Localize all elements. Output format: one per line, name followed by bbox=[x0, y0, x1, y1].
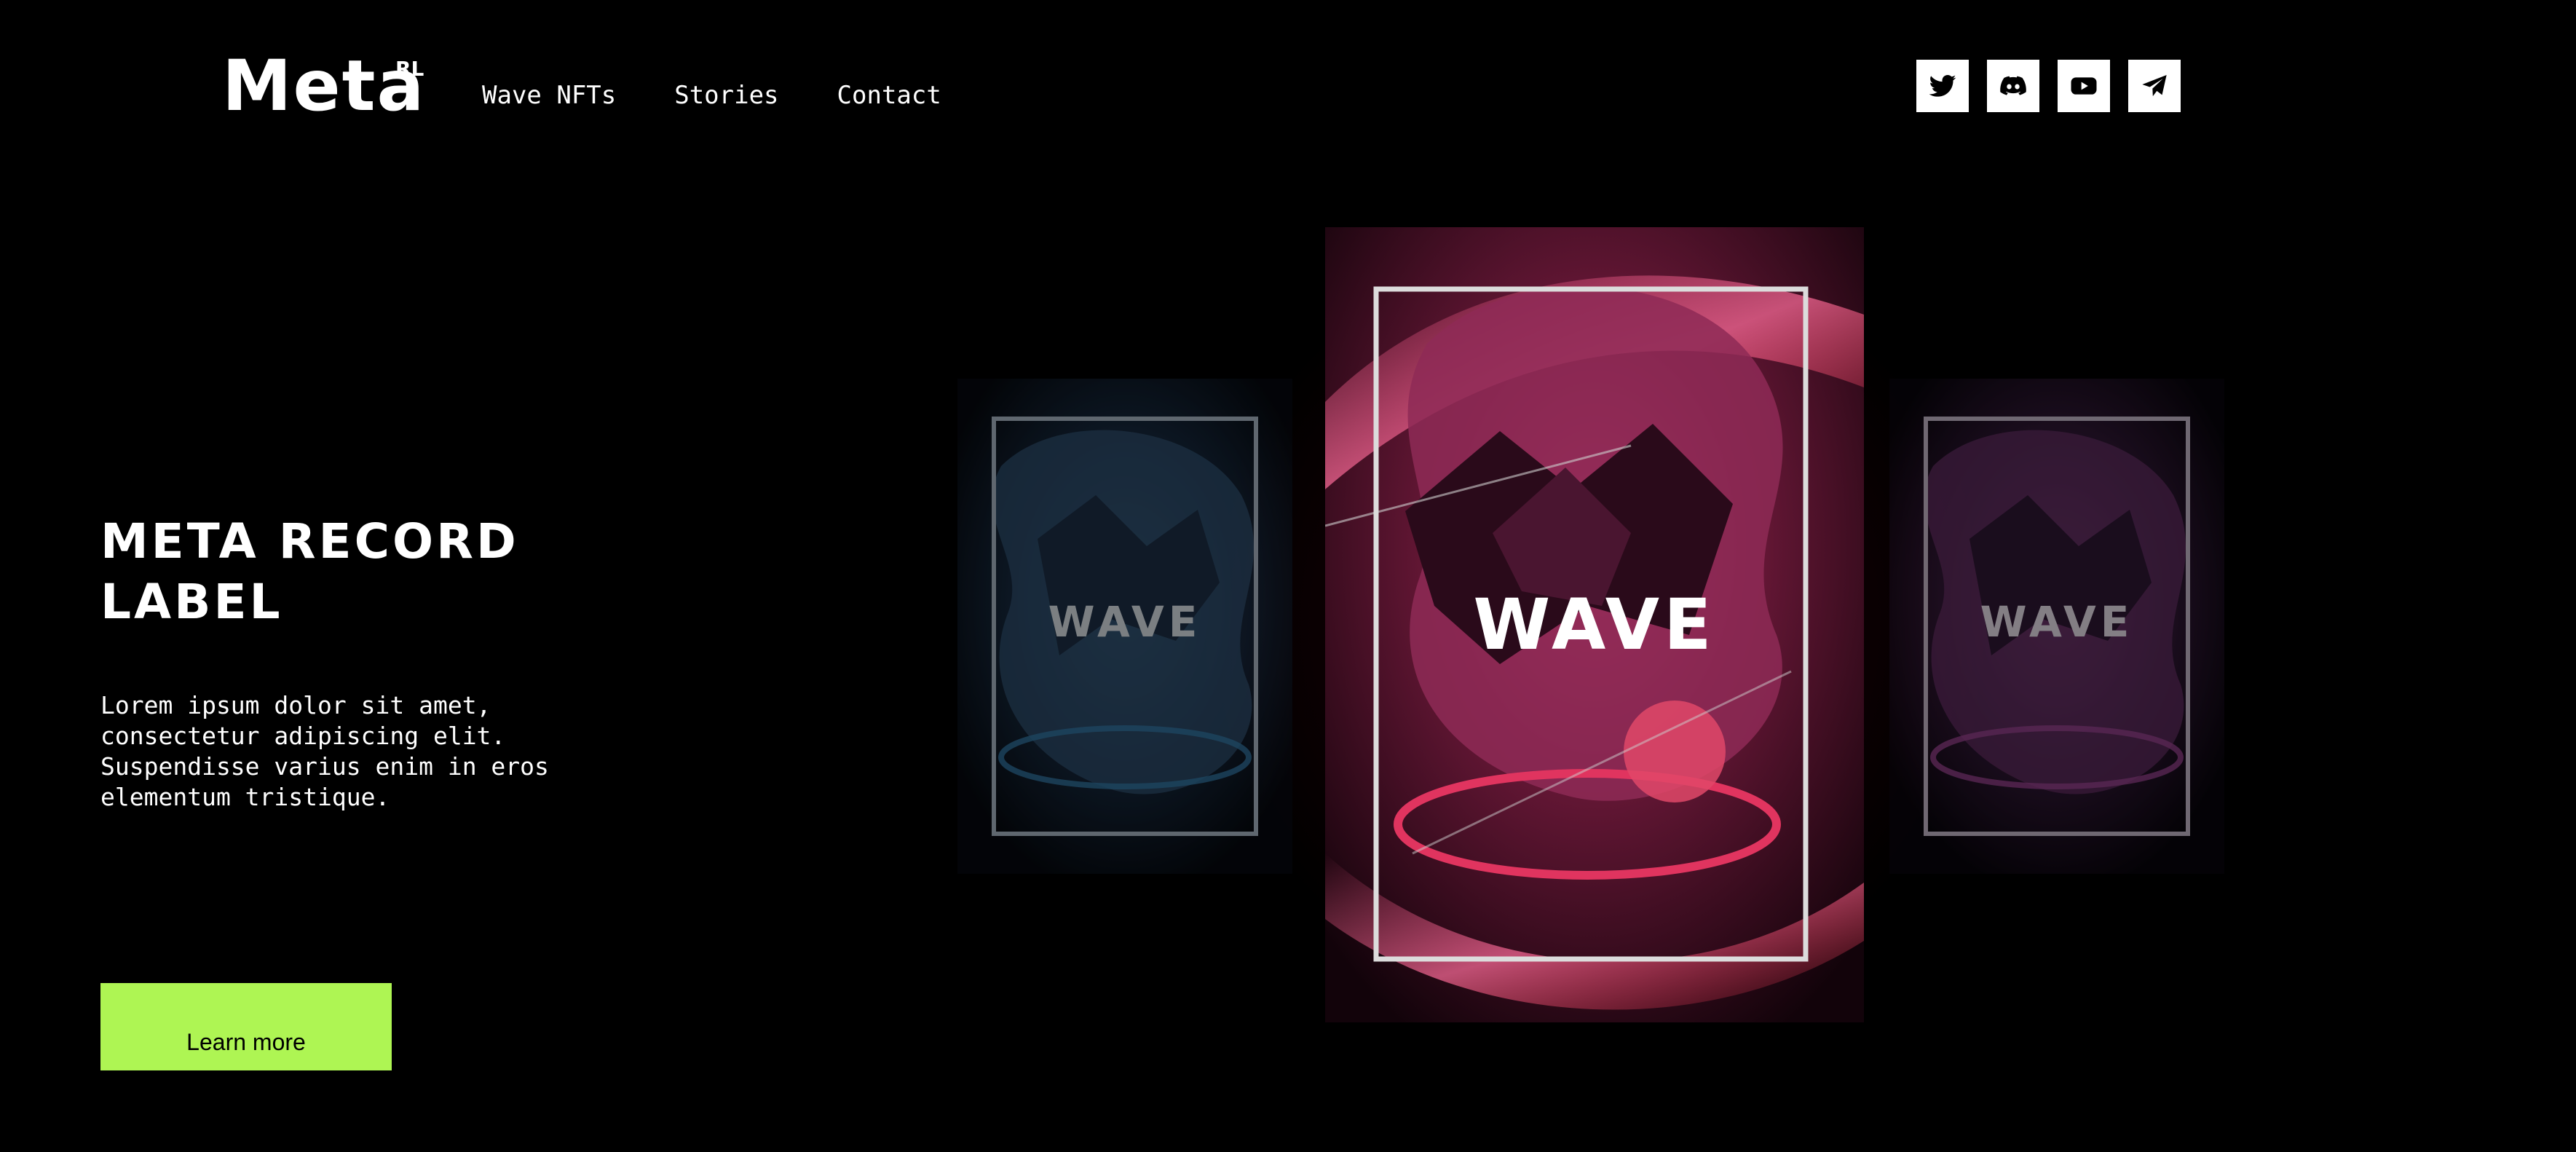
logo[interactable]: Meta RL bbox=[222, 50, 425, 122]
social-links bbox=[1916, 60, 2181, 112]
nav-link-contact[interactable]: Contact bbox=[837, 79, 941, 112]
telegram-icon bbox=[2142, 75, 2167, 97]
artwork-card-main[interactable]: WAVE bbox=[1325, 227, 1864, 1022]
learn-more-button[interactable]: Learn more bbox=[100, 983, 392, 1070]
artwork-card-main-label: WAVE bbox=[1473, 584, 1716, 666]
discord-icon bbox=[2000, 76, 2026, 95]
artwork-card-left-label: WAVE bbox=[1048, 597, 1202, 647]
hero-description: Lorem ipsum dolor sit amet, consectetur … bbox=[100, 691, 549, 811]
twitter-button[interactable] bbox=[1916, 60, 1969, 112]
youtube-button[interactable] bbox=[2058, 60, 2110, 112]
artwork-card-left[interactable]: WAVE bbox=[957, 379, 1292, 874]
youtube-icon bbox=[2071, 77, 2097, 95]
nav-link-wave-nfts[interactable]: Wave NFTs bbox=[482, 79, 616, 112]
main-nav: Wave NFTs Stories Contact bbox=[482, 79, 941, 112]
discord-button[interactable] bbox=[1987, 60, 2039, 112]
logo-superscript: RL bbox=[395, 57, 424, 81]
nav-link-stories[interactable]: Stories bbox=[674, 79, 778, 112]
artwork-card-right-label: WAVE bbox=[1980, 597, 2134, 647]
telegram-button[interactable] bbox=[2128, 60, 2181, 112]
hero-title: META RECORD LABEl bbox=[100, 513, 519, 630]
artwork-card-right[interactable]: WAVE bbox=[1889, 379, 2224, 874]
twitter-icon bbox=[1929, 75, 1956, 97]
